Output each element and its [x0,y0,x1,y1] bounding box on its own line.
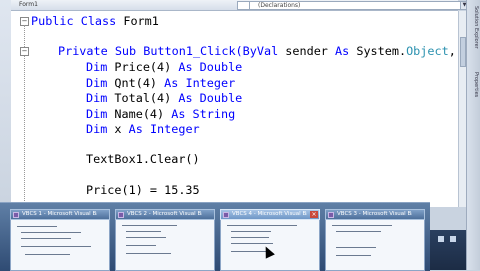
keyword: As [128,122,143,136]
code-line-sub: Private Sub Button1_Click(ByVal sender A… [58,44,456,58]
preview-code-line [21,232,81,233]
keyword: As [178,91,193,105]
class-name: Form1 [123,14,159,28]
preview-titlebar: VBCS 3 - Microsoft Visual Basic 2010 Exp… [325,209,425,220]
code-line-class: Public Class Form1 [31,14,159,28]
vb-app-icon [13,212,19,218]
keyword: ByVal [242,44,279,58]
type-name: String [185,107,236,121]
method-name-value: (Declarations) [258,2,301,9]
vb-app-icon [118,212,124,218]
preview-code-line [21,238,71,239]
type-name: Integer [178,76,236,90]
tab-solution-explorer[interactable]: Solution Explorer [469,6,479,66]
preview-code-line [122,225,177,226]
tray-icon[interactable] [450,236,456,242]
preview-content [115,220,215,271]
code-line-dim-price: Dim Price(4) As Double [86,60,242,74]
preview-code-line [21,246,91,247]
keyword: Dim [86,60,108,74]
taskbar-preview-strip: VBCS 1 - Microsoft Visual Basic 2010 Exp… [0,202,430,271]
keyword: Dim [86,122,108,136]
code-line-dim-qnt: Dim Qnt(4) As Integer [86,76,235,90]
preview-titlebar: VBCS 4 - Microsoft Visual Basic 2010 Exp… [220,209,320,220]
type-name: Object [406,44,449,58]
preview-code-line [231,251,266,252]
code-line-dim-name: Dim Name(4) As String [86,107,235,121]
window-preview-4[interactable]: VBCS 3 - Microsoft Visual Basic 2010 Exp… [325,209,425,271]
window-preview-3[interactable]: VBCS 4 - Microsoft Visual Basic 2010 Exp… [220,209,320,271]
tab-form1[interactable]: Form1 [15,1,42,9]
identifier: Total(4) [107,91,179,105]
code-line-dim-x: Dim x As Integer [86,122,200,136]
keyword: Private Sub Button1_Click( [58,44,243,58]
preview-content [10,220,110,271]
preview-titlebar: VBCS 1 - Microsoft Visual Basic 2010 Exp… [10,209,110,220]
vb-app-icon [328,212,334,218]
preview-code-line [126,253,171,254]
preview-code-line [126,231,161,232]
identifier: Price(4) [107,60,179,74]
preview-content [325,220,425,271]
preview-code-line [231,231,271,232]
preview-code-line [25,254,70,255]
keyword: As [178,60,193,74]
keyword: As [335,44,350,58]
close-icon[interactable]: × [310,211,318,218]
keyword: As [164,76,179,90]
preview-code-line [231,237,269,238]
preview-code-line [336,231,381,232]
code-line-price-assign: Price(1) = 15.35 [86,183,200,197]
identifier: Name(4) [107,107,172,121]
type-name: Integer [142,122,200,136]
window-preview-1[interactable]: VBCS 1 - Microsoft Visual Basic 2010 Exp… [10,209,110,271]
right-docked-panel: Solution Explorer Properties [466,0,480,270]
identifier: Qnt(4) [107,76,165,90]
keyword: Dim [86,91,108,105]
preview-code-line [227,225,297,226]
type-name: Double [192,91,243,105]
punctuation: , [448,44,456,58]
identifier: sender [278,44,336,58]
preview-titlebar: VBCS 2 - Microsoft Visual Basic 2010 Exp… [115,209,215,220]
preview-title: VBCS 3 - Microsoft Visual Basic 2010 Exp… [337,211,412,217]
keyword: As [171,107,186,121]
preview-code-line [17,226,57,227]
preview-code-line [231,243,273,244]
preview-title: VBCS 4 - Microsoft Visual Basic 2010 Exp… [232,211,307,217]
keyword: Public Class [31,14,124,28]
preview-code-line [126,245,156,246]
code-editor[interactable]: − − Public Class Form1 Private Sub Butto… [11,11,458,207]
code-line-clear: TextBox1.Clear() [86,152,200,166]
tray-icon[interactable] [438,236,444,242]
tab-properties[interactable]: Properties [469,72,479,112]
code-line-dim-total: Dim Total(4) As Double [86,91,242,105]
identifier: System. [349,44,407,58]
keyword: Dim [86,76,108,90]
editor-header: Form1 ▼ (Declarations) ▼ [11,0,469,11]
preview-title: VBCS 2 - Microsoft Visual Basic 2010 Exp… [127,211,202,217]
identifier: x [107,122,129,136]
preview-code-line [336,255,371,256]
collapse-sub-icon[interactable]: − [20,47,29,56]
window-preview-2[interactable]: VBCS 2 - Microsoft Visual Basic 2010 Exp… [115,209,215,271]
method-name-dropdown[interactable]: (Declarations) ▼ [249,1,469,10]
type-name: Double [192,60,243,74]
preview-title: VBCS 1 - Microsoft Visual Basic 2010 Exp… [22,211,97,217]
preview-code-line [336,247,376,248]
preview-code-line [126,237,166,238]
keyword: Dim [86,107,108,121]
vb-app-icon [223,212,229,218]
system-tray-area [430,230,466,270]
preview-code-line [332,225,392,226]
